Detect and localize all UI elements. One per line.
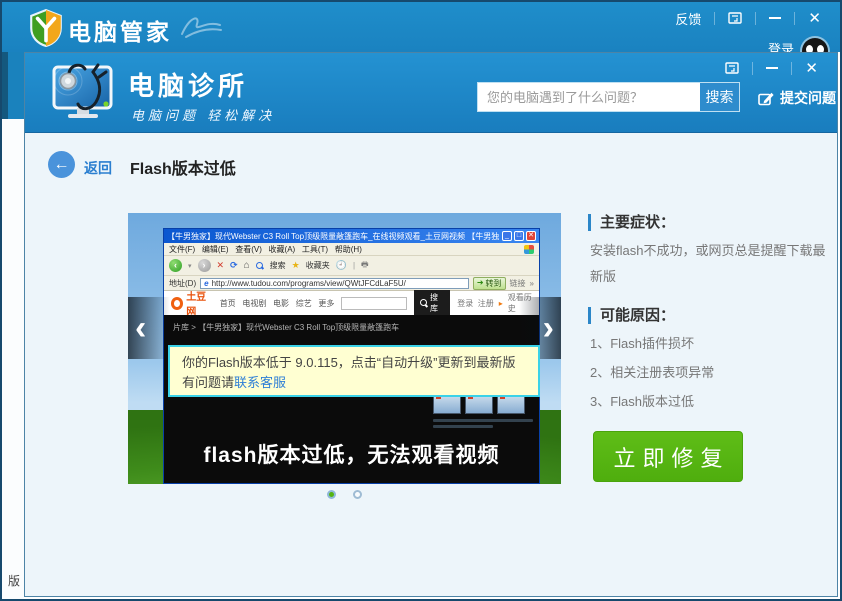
page-title: Flash版本过低 [130, 155, 236, 179]
lens-icon [420, 299, 427, 307]
dialog-minimize-button[interactable] [753, 56, 791, 80]
edit-pencil-icon [758, 91, 774, 106]
home-icon: ⌂ [244, 260, 250, 271]
ie-menubar: 文件(F) 编辑(E) 查看(V) 收藏(A) 工具(T) 帮助(H) [164, 243, 539, 256]
carousel-dot[interactable] [353, 490, 362, 499]
symptoms-heading: 主要症状： [588, 214, 675, 231]
tudou-ring-icon [171, 297, 183, 310]
tudou-search-input [341, 297, 406, 310]
tudou-search-button: 搜库 [414, 290, 450, 316]
tudou-nav: 首页 电视剧 电影 综艺 更多 [220, 298, 335, 309]
feedback-button[interactable]: 反馈 [662, 6, 714, 30]
dialog-header: 电脑诊所 电脑问题 轻松解决 搜索 提交问题 ✕ [25, 53, 837, 133]
search-lens-icon [256, 262, 264, 270]
cause-item: 3、Flash版本过低 [590, 391, 694, 410]
favorites-star-icon: ★ [292, 260, 300, 271]
signature-squiggle-icon [180, 14, 224, 45]
cause-item: 2、相关注册表项异常 [590, 362, 714, 381]
clinic-monitor-stethoscope-icon [49, 60, 117, 129]
search-button[interactable]: 搜索 [700, 83, 739, 111]
history-icon: 🕘 [336, 260, 347, 271]
search-group: 搜索 [477, 82, 740, 112]
ie-e-icon: e [204, 279, 208, 288]
dialog-close-button[interactable]: ✕ [792, 56, 831, 80]
main-titlebar: 电脑管家 反馈 ✕ [2, 2, 840, 52]
ie-title-text: 【牛男独家】现代Webster C3 Roll Top顶级限量敞篷跑车_在线视频… [167, 231, 500, 242]
popup-window-icon[interactable] [715, 6, 755, 30]
main-banner-sliver [2, 52, 24, 119]
pc-clinic-dialog: 电脑诊所 电脑问题 轻松解决 搜索 提交问题 ✕ ← [24, 52, 838, 597]
windows-flag-icon [524, 245, 534, 254]
back-label[interactable]: 返回 [84, 158, 112, 178]
tudou-header: 土豆网 首页 电视剧 电影 综艺 更多 搜库 登录 注册 ▸ 观看历史 [164, 291, 539, 315]
stop-icon: ✕ [217, 260, 225, 271]
cause-item: 1、Flash插件损坏 [590, 333, 694, 352]
causes-heading: 可能原因： [588, 307, 675, 324]
main-body-sliver: 版 [2, 119, 24, 599]
forward-icon: › [198, 259, 211, 272]
symptoms-text: 安装flash不成功，或网页总是提醒下载最新版 [590, 238, 832, 290]
contact-support-link[interactable]: 联系客服 [234, 375, 286, 390]
tudou-logo: 土豆网 [171, 288, 213, 318]
go-button: ➜转到 [473, 277, 506, 290]
issue-screenshot-carousel: 【牛男独家】现代Webster C3 Roll Top顶级限量敞篷跑车_在线视频… [128, 213, 561, 484]
dialog-content: ← 返回 Flash版本过低 【牛男独家】现代Webster C3 Roll T… [25, 134, 837, 596]
back-button[interactable]: ← [48, 151, 75, 178]
back-icon: ‹ [169, 259, 182, 272]
close-button[interactable]: ✕ [795, 6, 834, 30]
search-input[interactable] [478, 83, 700, 111]
flash-warning-tooltip: 你的Flash版本低于 9.0.115，点击“自动升级”更新到最新版 有问题请联… [168, 345, 540, 397]
ie-toolbar: ‹ ▾ › ✕ ⟳ ⌂ 搜索 ★ 收藏夹 🕘 | 🖶 [164, 256, 539, 276]
print-icon: 🖶 [361, 259, 369, 273]
carousel-dot-active[interactable] [327, 490, 336, 499]
video-area: 片库 > 【牛男独家】现代Webster C3 Roll Top顶级限量敞篷跑车… [164, 315, 539, 483]
ie-minimize-icon: _ [502, 231, 512, 241]
carousel-prev-arrow[interactable]: ‹ [128, 297, 170, 359]
minimize-button[interactable] [756, 6, 794, 30]
ie-close-icon: ✕ [526, 231, 536, 241]
fix-now-button[interactable]: 立即修复 [593, 431, 743, 482]
carousel-dots [128, 490, 561, 499]
ie-addressbar: 地址(D) e http://www.tudou.com/programs/vi… [164, 276, 539, 291]
breadcrumb: 片库 > 【牛男独家】现代Webster C3 Roll Top顶级限量敞篷跑车 [173, 322, 399, 333]
carousel-caption: flash版本过低，无法观看视频 [164, 439, 539, 469]
ie-maximize-icon: □ [514, 231, 524, 241]
address-field: e http://www.tudou.com/programs/view/QWt… [200, 278, 469, 289]
refresh-icon: ⟳ [230, 260, 238, 271]
pc-manager-shield-icon [28, 9, 64, 52]
dialog-title: 电脑诊所 [128, 66, 248, 103]
app-window: 电脑管家 反馈 ✕ 登录 版 [0, 0, 842, 601]
dialog-tagline: 电脑问题 轻松解决 [131, 105, 275, 124]
submit-question-button[interactable]: 提交问题 [758, 88, 836, 108]
ie-titlebar: 【牛男独家】现代Webster C3 Roll Top顶级限量敞篷跑车_在线视频… [164, 229, 539, 243]
app-title: 电脑管家 [68, 13, 172, 47]
flame-icon: ▸ [499, 299, 503, 308]
clipped-version-text: 版 [8, 572, 20, 589]
dialog-popup-window-icon[interactable] [712, 56, 752, 80]
